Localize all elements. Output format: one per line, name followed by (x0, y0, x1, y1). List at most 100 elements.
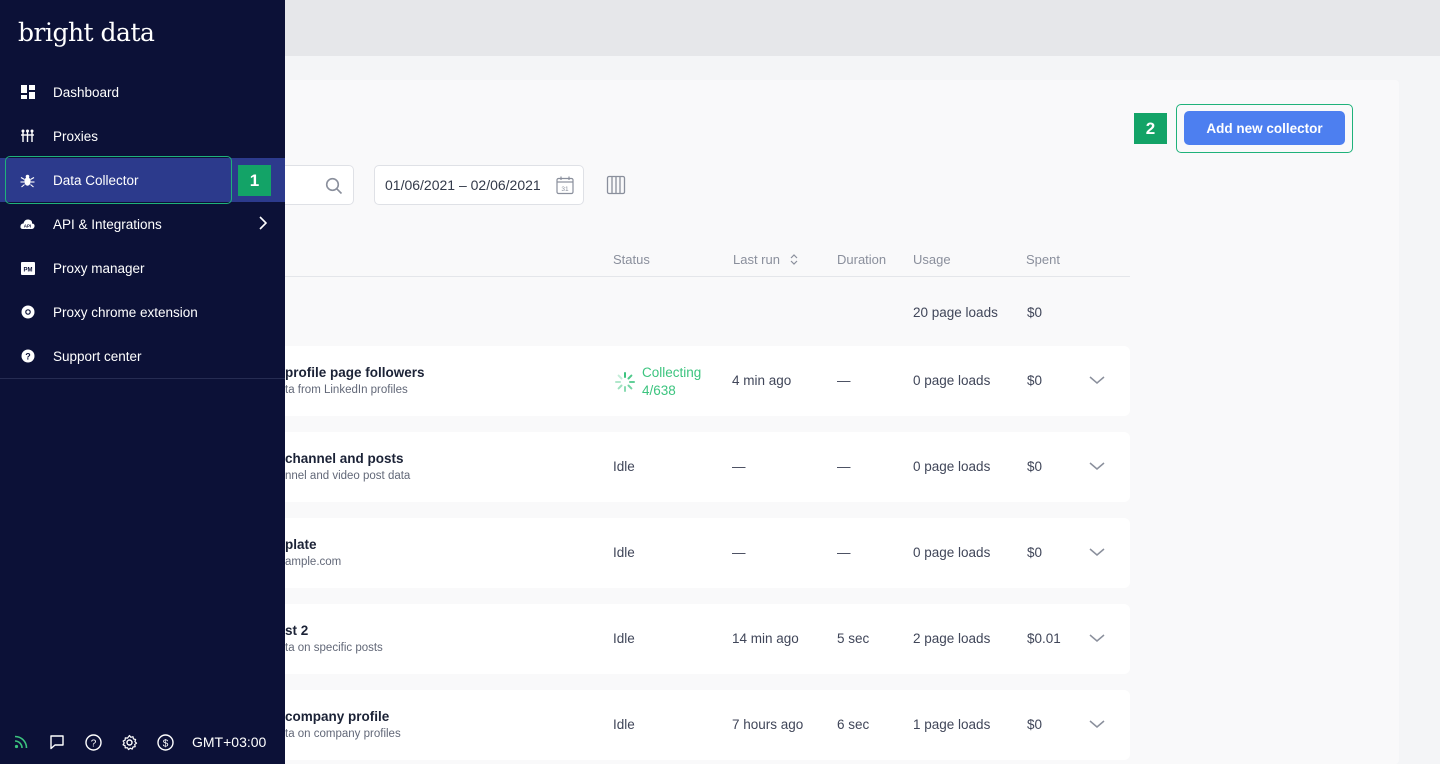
collector-name[interactable]: plate (285, 537, 317, 552)
collector-name[interactable]: profile page followers (285, 365, 425, 380)
pm-icon: PM (20, 261, 35, 276)
header-last-run[interactable]: Last run (733, 252, 798, 267)
add-new-collector-button[interactable]: Add new collector (1184, 111, 1345, 145)
header-duration[interactable]: Duration (837, 252, 886, 267)
sidebar-item-label: Dashboard (53, 84, 120, 100)
table-row[interactable]: profile page followers ta from LinkedIn … (285, 346, 1130, 416)
sidebar: bright data Dashboard Proxies Data Colle… (0, 0, 285, 764)
spent: $0 (1027, 717, 1043, 732)
last-run: — (732, 545, 746, 560)
callout-badge-2: 2 (1134, 113, 1167, 144)
header-status[interactable]: Status (613, 252, 650, 267)
usage: 0 page loads (913, 545, 991, 560)
status-label: Collecting (642, 365, 702, 380)
collector-description: ta on company profiles (285, 728, 401, 740)
duration: — (837, 459, 851, 474)
api-icon: API (20, 217, 35, 232)
gear-icon[interactable] (120, 733, 138, 751)
table-row[interactable]: channel and posts nnel and video post da… (285, 432, 1130, 502)
table-row[interactable]: plate ample.com Idle — — 0 page loads $0 (285, 518, 1130, 588)
chat-icon[interactable] (48, 733, 66, 751)
svg-text:?: ? (25, 352, 31, 362)
sidebar-item-label: API & Integrations (53, 216, 162, 232)
sidebar-item-api-integrations[interactable]: API API & Integrations (0, 202, 285, 246)
chevron-down-icon[interactable] (1088, 631, 1106, 649)
header-usage[interactable]: Usage (913, 252, 951, 267)
sidebar-footer: ? $ GMT+03:00 (0, 720, 285, 764)
duration: 6 sec (837, 717, 870, 732)
date-range-value: 01/06/2021 – 02/06/2021 (385, 177, 541, 193)
usage: 2 page loads (913, 631, 991, 646)
total-usage: 20 page loads (913, 305, 998, 320)
spinner-icon (615, 372, 635, 392)
collector-name[interactable]: company profile (285, 709, 389, 724)
table-row[interactable]: st 2 ta on specific posts Idle 14 min ag… (285, 604, 1130, 674)
collector-description: ta on specific posts (285, 642, 383, 654)
sort-icon[interactable] (790, 254, 798, 265)
table-row[interactable]: company profile ta on company profiles I… (285, 690, 1130, 760)
sidebar-divider (0, 378, 285, 379)
collector-name[interactable]: st 2 (285, 623, 308, 638)
chevron-down-icon[interactable] (1088, 545, 1106, 563)
chevron-right-icon[interactable] (259, 216, 268, 233)
search-input[interactable] (285, 165, 354, 205)
spent: $0 (1027, 459, 1043, 474)
status: Idle (613, 631, 635, 646)
spent: $0 (1027, 545, 1043, 560)
calendar-icon[interactable]: 31 (555, 175, 575, 198)
spent: $0.01 (1027, 631, 1061, 646)
sidebar-item-label: Proxy chrome extension (53, 304, 198, 320)
sidebar-item-label: Support center (53, 348, 142, 364)
sidebar-item-label: Proxy manager (53, 260, 145, 276)
total-spent: $0 (1027, 305, 1043, 320)
chevron-down-icon[interactable] (1088, 717, 1106, 735)
header-spent[interactable]: Spent (1026, 252, 1060, 267)
dollar-icon[interactable]: $ (156, 733, 174, 751)
duration: — (837, 373, 851, 388)
svg-text:API: API (24, 224, 32, 229)
rss-icon[interactable] (12, 733, 30, 751)
svg-text:?: ? (90, 738, 96, 749)
sidebar-item-proxy-manager[interactable]: PM Proxy manager (0, 246, 285, 290)
calendar-day: 31 (561, 186, 569, 193)
svg-text:PM: PM (23, 267, 32, 273)
collector-description: nnel and video post data (285, 470, 411, 482)
usage: 0 page loads (913, 459, 991, 474)
status: Idle (613, 459, 635, 474)
help-icon[interactable]: ? (84, 733, 102, 751)
last-run: 14 min ago (732, 631, 799, 646)
usage: 0 page loads (913, 373, 991, 388)
header-divider (285, 276, 1130, 277)
status: Idle (613, 717, 635, 732)
chevron-down-icon[interactable] (1088, 373, 1106, 391)
last-run: 7 hours ago (732, 717, 804, 732)
sidebar-item-proxies[interactable]: Proxies (0, 114, 285, 158)
callout-badge-1: 1 (238, 165, 271, 196)
timezone-label[interactable]: GMT+03:00 (192, 734, 266, 750)
brand-logo[interactable]: bright data (18, 18, 155, 47)
sidebar-item-proxy-chrome-extension[interactable]: Proxy chrome extension (0, 290, 285, 334)
collector-description: ta from LinkedIn profiles (285, 384, 408, 396)
chevron-down-icon[interactable] (1088, 459, 1106, 477)
last-run: 4 min ago (732, 373, 792, 388)
svg-text:$: $ (162, 738, 168, 749)
last-run: — (732, 459, 746, 474)
spent: $0 (1027, 373, 1043, 388)
help-circle-icon: ? (20, 349, 35, 364)
sidebar-item-label: Proxies (53, 128, 99, 144)
status-collecting: Collecting 4/638 (614, 364, 701, 400)
duration: 5 sec (837, 631, 870, 646)
collector-name[interactable]: channel and posts (285, 451, 404, 466)
chrome-icon (20, 305, 35, 320)
collector-description: ample.com (285, 556, 342, 568)
header-last-run-label: Last run (733, 252, 780, 267)
status: Idle (613, 545, 635, 560)
status-progress: 4/638 (642, 383, 676, 398)
usage: 1 page loads (913, 717, 991, 732)
columns-icon[interactable] (606, 175, 626, 200)
sidebar-item-dashboard[interactable]: Dashboard (0, 70, 285, 114)
search-icon[interactable] (325, 177, 343, 200)
callout-highlight-1 (5, 156, 232, 204)
sidebar-item-support-center[interactable]: ? Support center (0, 334, 285, 378)
date-range-picker[interactable]: 01/06/2021 – 02/06/2021 31 (374, 165, 584, 205)
